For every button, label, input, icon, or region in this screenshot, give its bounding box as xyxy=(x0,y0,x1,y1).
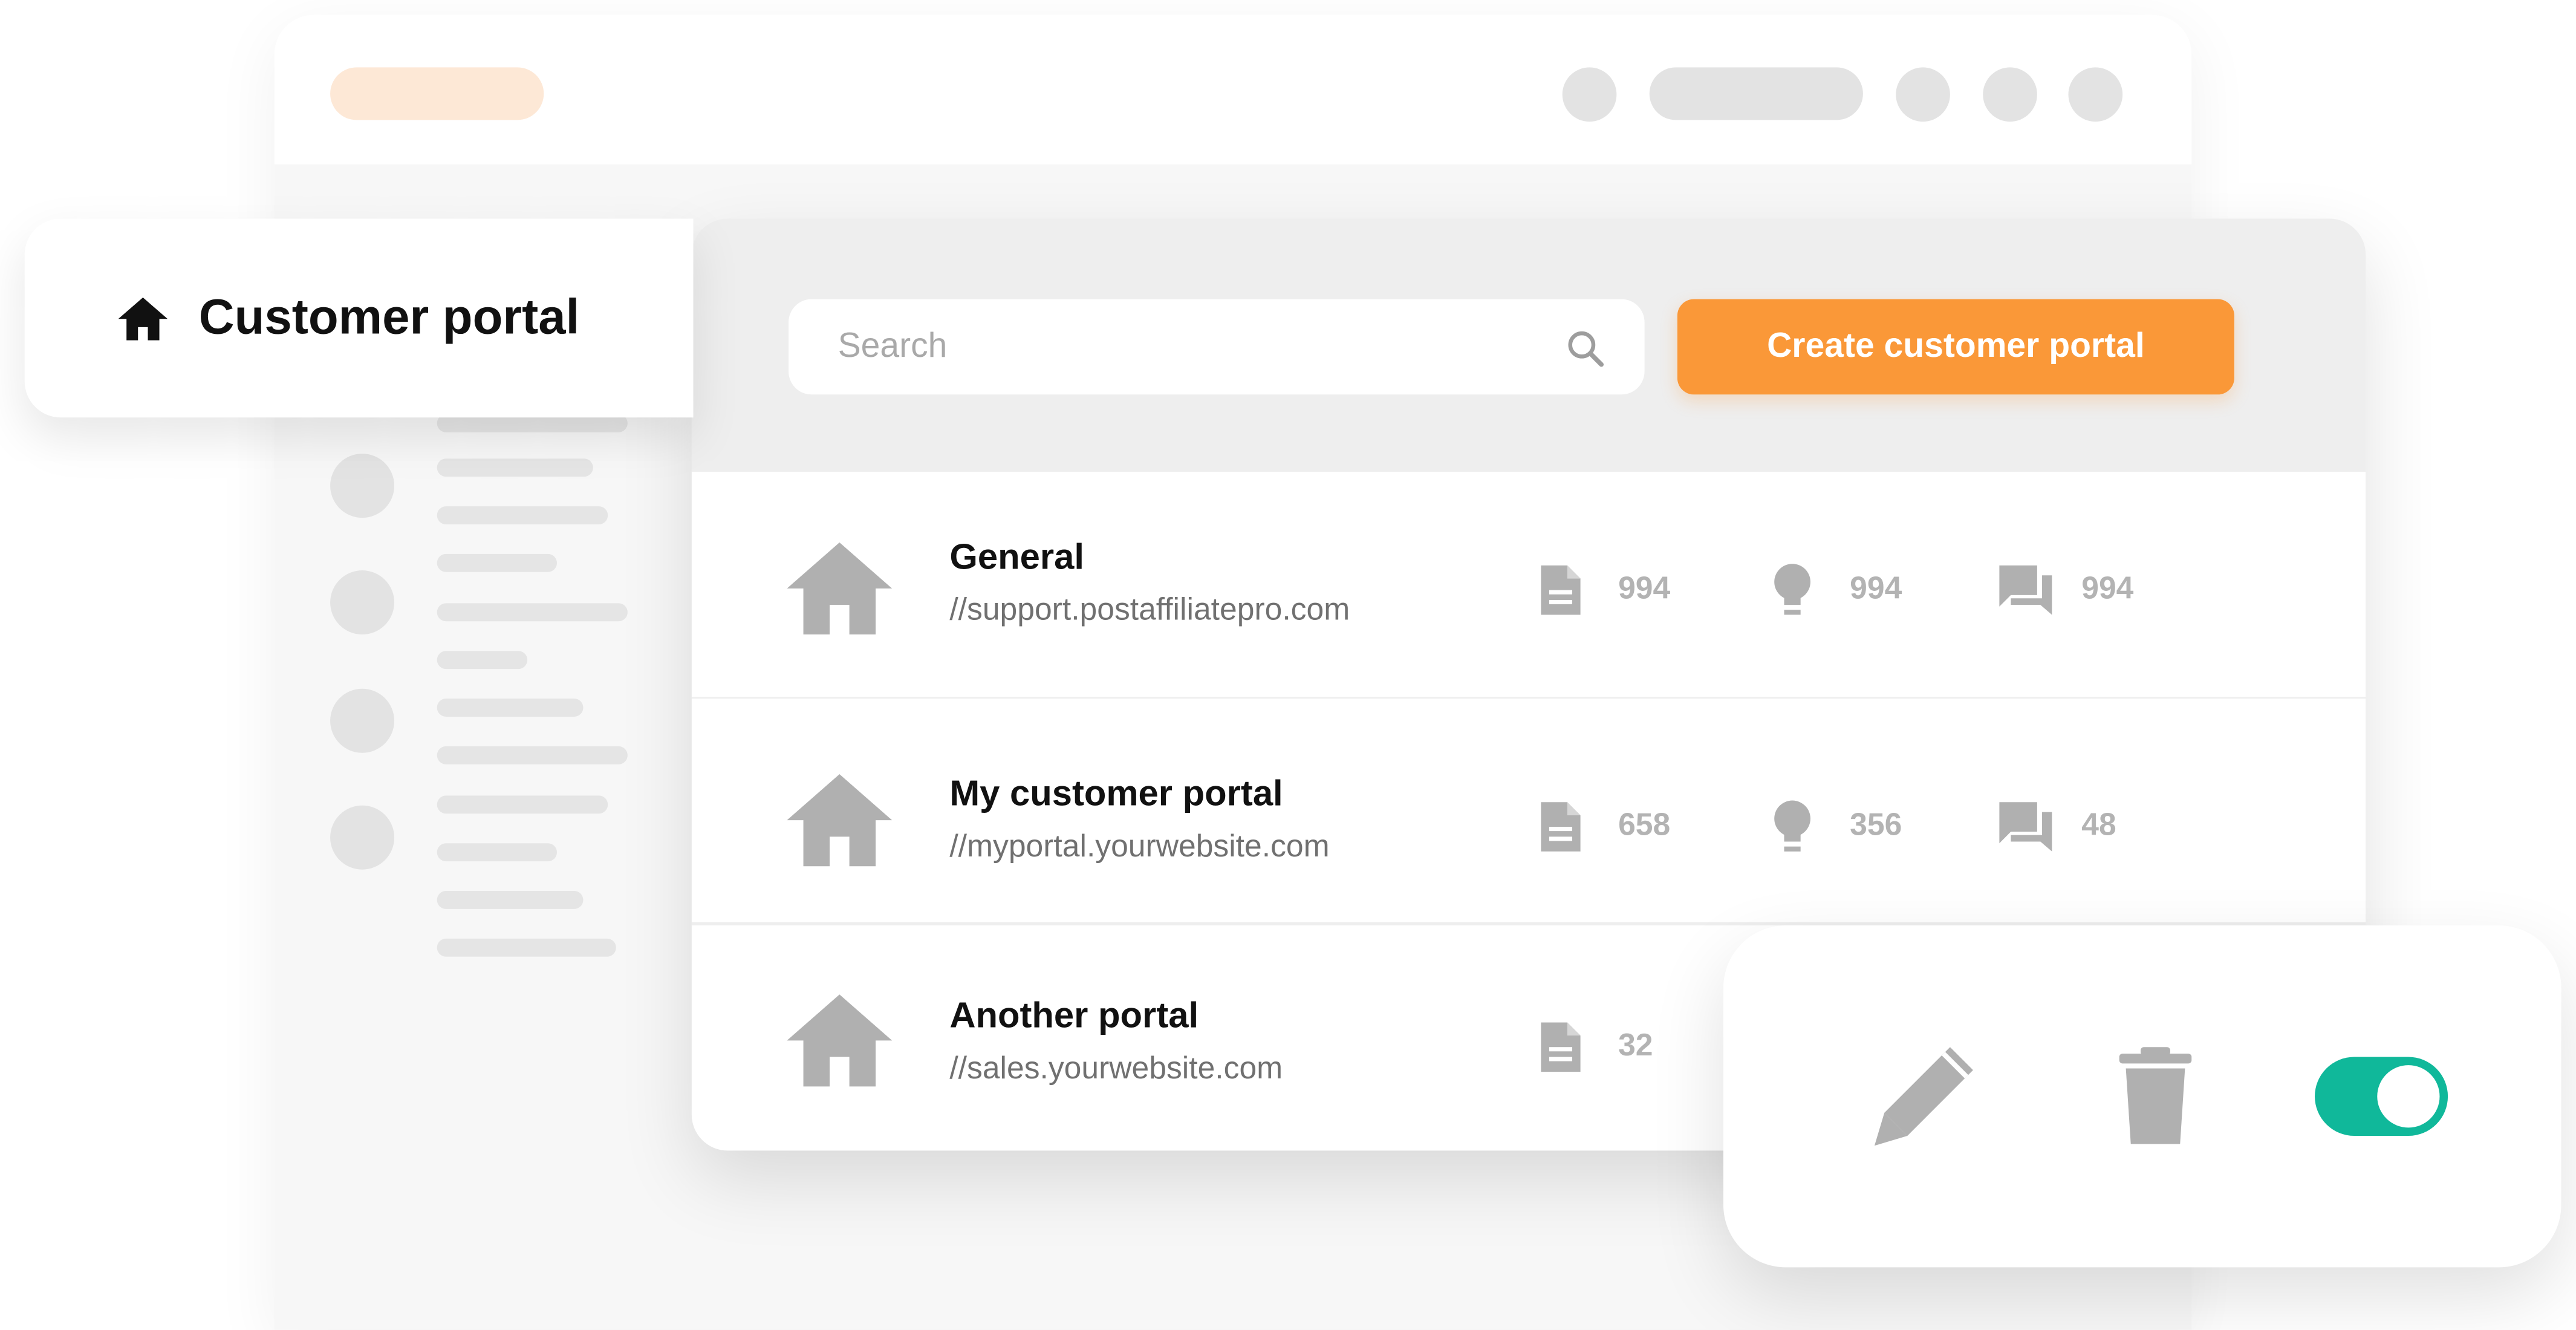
topbar-placeholder-dot xyxy=(2068,67,2123,122)
skeleton-line xyxy=(437,506,608,524)
skeleton-avatar xyxy=(330,570,395,635)
portal-name[interactable]: General xyxy=(949,536,1084,579)
scene: Search Create customer portal General //… xyxy=(0,0,2576,1330)
portal-name[interactable]: Another portal xyxy=(949,994,1199,1037)
article-icon xyxy=(1541,1022,1581,1072)
skeleton-line xyxy=(437,746,628,764)
skeleton-avatar xyxy=(330,688,395,753)
topbar-placeholder-dot xyxy=(1896,67,1950,122)
ideas-count: 356 xyxy=(1850,809,1902,844)
portal-url[interactable]: //myportal.yourwebsite.com xyxy=(949,830,1329,866)
portal-name[interactable]: My customer portal xyxy=(949,772,1283,815)
skeleton-line xyxy=(437,843,558,862)
search-input[interactable]: Search xyxy=(789,299,1645,395)
create-customer-portal-button[interactable]: Create customer portal xyxy=(1677,299,2234,395)
toggle-knob xyxy=(2377,1065,2440,1128)
discussions-count: 48 xyxy=(2081,809,2116,844)
article-icon xyxy=(1541,802,1581,852)
articles-count: 994 xyxy=(1618,572,1671,607)
background-topbar xyxy=(274,15,2192,165)
portal-enabled-toggle[interactable] xyxy=(2315,1057,2448,1136)
skeleton-line xyxy=(437,938,616,957)
skeleton-line xyxy=(437,458,593,477)
sidebar-skeleton xyxy=(275,394,685,986)
topbar-placeholder-dot xyxy=(1562,67,1617,122)
skeleton-line xyxy=(437,651,528,670)
portal-url[interactable]: //support.postaffiliatepro.com xyxy=(949,593,1350,630)
house-icon xyxy=(787,774,893,867)
skeleton-avatar xyxy=(330,454,395,518)
lightbulb-icon xyxy=(1774,800,1810,852)
article-icon xyxy=(1541,565,1581,615)
ideas-count: 994 xyxy=(1850,572,1902,607)
search-placeholder: Search xyxy=(838,327,948,365)
articles-count: 658 xyxy=(1618,809,1671,844)
portal-actions-card xyxy=(1723,925,2561,1268)
skeleton-line xyxy=(437,553,558,572)
trash-icon[interactable] xyxy=(2115,1044,2197,1146)
pencil-icon[interactable] xyxy=(1871,1040,1979,1149)
discussions-count: 994 xyxy=(2081,572,2134,607)
page-title: Customer portal xyxy=(198,291,580,345)
home-icon xyxy=(118,297,168,341)
skeleton-line xyxy=(437,699,584,717)
skeleton-line xyxy=(437,603,628,622)
articles-count: 32 xyxy=(1618,1029,1653,1064)
house-icon xyxy=(787,994,893,1087)
house-icon xyxy=(787,542,893,635)
discussion-icon xyxy=(1999,565,2052,615)
skeleton-avatar xyxy=(330,805,395,870)
portal-url[interactable]: //sales.yourwebsite.com xyxy=(949,1052,1283,1088)
portal-row[interactable]: My customer portal //myportal.yourwebsit… xyxy=(691,699,2366,922)
topbar-placeholder-dot xyxy=(1983,67,2037,122)
portal-row[interactable]: General //support.postaffiliatepro.com 9… xyxy=(691,471,2366,697)
discussion-icon xyxy=(1999,802,2052,852)
customer-portal-header-card: Customer portal xyxy=(24,218,694,418)
topbar-placeholder-pill xyxy=(330,67,544,120)
topbar-placeholder-pill xyxy=(1649,67,1863,120)
skeleton-line xyxy=(437,891,584,909)
search-icon[interactable] xyxy=(1564,327,1607,370)
lightbulb-icon xyxy=(1774,564,1810,615)
skeleton-line xyxy=(437,795,608,814)
